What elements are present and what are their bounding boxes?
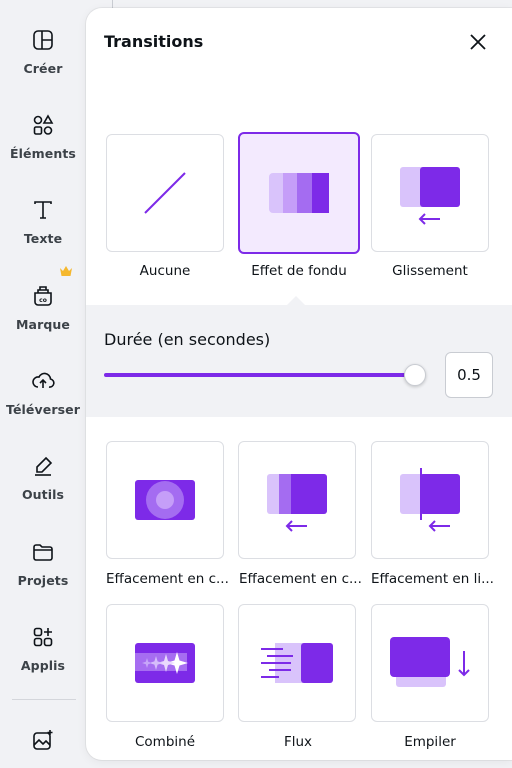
svg-text:co: co: [39, 297, 47, 304]
folder-icon: [33, 544, 53, 561]
transition-label: Aucune: [139, 263, 191, 279]
transition-label: Effet de fondu: [251, 263, 347, 279]
sidebar-item-creer[interactable]: Créer: [0, 28, 86, 76]
sidebar-item-label: Applis: [20, 658, 66, 673]
sidebar-item-label: Marque: [16, 317, 70, 332]
brand-icon: co: [34, 286, 52, 306]
transition-card-empiler[interactable]: [371, 604, 489, 722]
fade-icon: [269, 173, 329, 213]
sidebar-item-outils[interactable]: Outils: [0, 454, 86, 502]
sidebar-item-televerser[interactable]: Téléverser: [0, 369, 86, 417]
apps-icon: [33, 627, 53, 647]
sidebar-item-texte[interactable]: Texte: [0, 198, 86, 246]
transition-label: Effacement en li...: [371, 571, 494, 587]
transitions-panel: Transitions Aucune Effet de fondu Glisse…: [86, 8, 512, 760]
magic-image-icon: [33, 730, 53, 750]
transition-card-aucune[interactable]: [106, 134, 224, 252]
stack-icon: [390, 637, 470, 687]
transition-card-wipe-slide[interactable]: [238, 441, 356, 559]
transition-card-circle-wipe[interactable]: [106, 441, 224, 559]
shapes-icon: [33, 114, 54, 135]
wipe-slide-icon: [267, 474, 327, 532]
transition-card-glissement[interactable]: [371, 134, 489, 252]
sidebar-item-applis[interactable]: Applis: [0, 625, 86, 673]
transition-label: Flux: [283, 734, 313, 750]
pen-tool-icon: [35, 456, 53, 476]
transition-label: Combiné: [134, 734, 196, 750]
transition-card-line-wipe[interactable]: [371, 441, 489, 559]
transition-card-fondu[interactable]: [238, 132, 360, 254]
combine-icon: [135, 643, 195, 683]
close-icon[interactable]: [466, 30, 490, 54]
transition-label: Empiler: [404, 734, 456, 750]
sidebar-item-projets[interactable]: Projets: [0, 540, 86, 588]
duration-slider-track[interactable]: [104, 373, 414, 377]
flow-icon: [261, 643, 333, 683]
duration-input[interactable]: 0.5: [445, 352, 493, 398]
sidebar-item-label: Créer: [23, 61, 63, 76]
divider: [12, 699, 76, 700]
sidebar-item-label: Éléments: [10, 146, 76, 161]
layout-icon: [33, 30, 53, 50]
sidebar-item-elements[interactable]: Éléments: [0, 113, 86, 161]
transition-card-flux[interactable]: [238, 604, 356, 722]
sidebar-item-label: Texte: [23, 231, 63, 246]
text-icon: [34, 201, 52, 219]
line-wipe-icon: [400, 468, 460, 532]
transition-label: Glissement: [392, 263, 468, 279]
sidebar-item-marque[interactable]: co Marque: [0, 284, 86, 332]
duration-slider-thumb[interactable]: [404, 364, 426, 386]
magic-media-button[interactable]: [31, 728, 55, 756]
transition-card-combine[interactable]: [106, 604, 224, 722]
slide-icon: [400, 167, 460, 225]
crown-icon: [60, 266, 72, 276]
left-sidebar: Créer Éléments Texte co Marque Téléverse…: [0, 0, 113, 768]
cloud-upload-icon: [32, 372, 55, 388]
duration-label: Durée (en secondes): [104, 330, 271, 349]
no-transition-icon: [144, 172, 186, 214]
transition-label: Effacement en c...: [106, 571, 229, 587]
transition-label: Effacement en c...: [239, 571, 362, 587]
panel-title: Transitions: [104, 32, 204, 51]
circle-wipe-icon: [135, 480, 195, 520]
sidebar-item-label: Outils: [21, 487, 65, 502]
sidebar-item-label: Projets: [17, 573, 69, 588]
sidebar-item-label: Téléverser: [6, 402, 80, 417]
